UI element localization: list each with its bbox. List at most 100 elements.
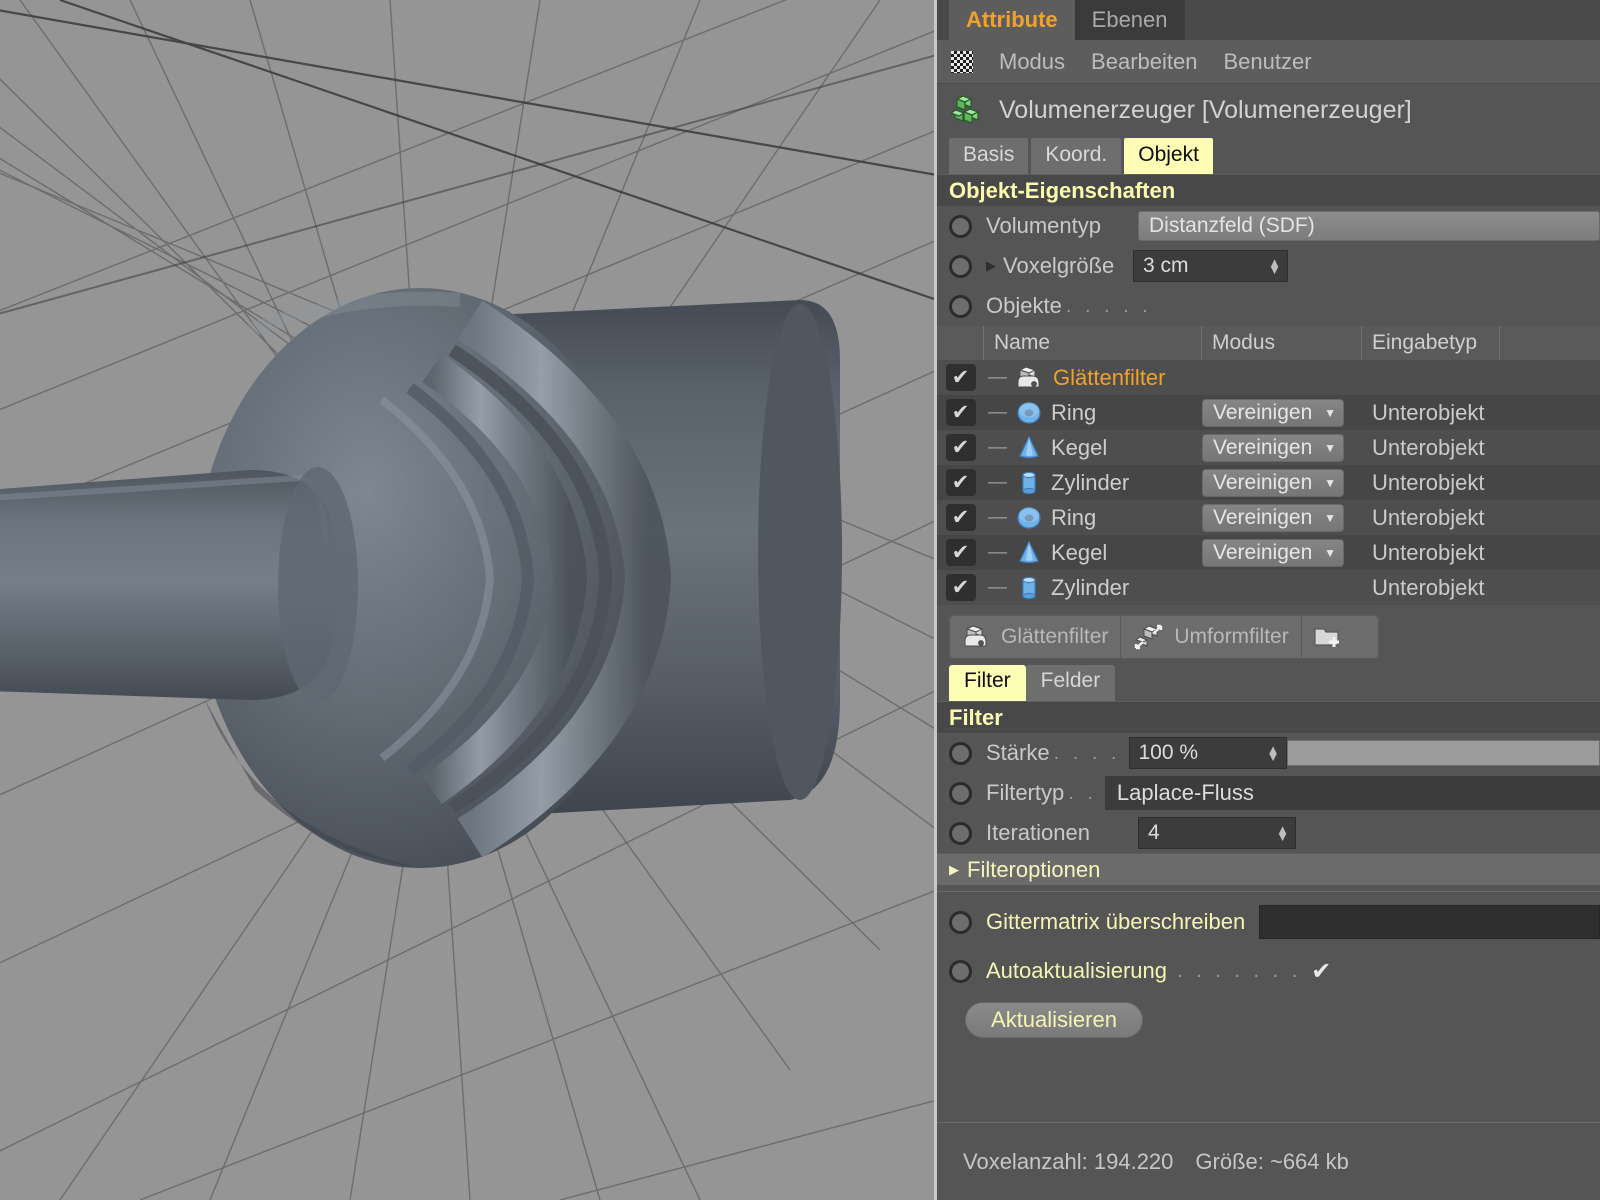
row-checkbox[interactable]: ✔ bbox=[946, 434, 976, 461]
row-checkbox-cell[interactable]: ✔ bbox=[937, 504, 984, 531]
row-checkbox-cell[interactable]: ✔ bbox=[937, 364, 984, 391]
volumentyp-dropdown[interactable]: Distanzfeld (SDF) bbox=[1138, 211, 1600, 241]
cone-icon bbox=[1015, 435, 1043, 461]
autoupdate-checkbox[interactable]: ✔ bbox=[1311, 957, 1331, 986]
staerke-slider[interactable] bbox=[1287, 740, 1600, 766]
table-row[interactable]: ✔ — Zylinder Unterobjekt bbox=[937, 570, 1600, 605]
mode-dropdown[interactable]: Vereinigen ▼ bbox=[1202, 434, 1344, 462]
objekte-knob-icon[interactable] bbox=[949, 295, 972, 318]
table-row[interactable]: ✔ — Zylinder Vereinigen ▼ bbox=[937, 465, 1600, 500]
table-row[interactable]: ✔ — Ring Vereinigen ▼ bbox=[937, 500, 1600, 535]
mode-dropdown[interactable]: Vereinigen ▼ bbox=[1202, 504, 1344, 532]
torus-icon bbox=[1015, 505, 1043, 531]
new-folder-button[interactable] bbox=[1302, 616, 1354, 658]
tree-line-icon: — bbox=[988, 367, 1007, 389]
row-checkbox[interactable]: ✔ bbox=[946, 399, 976, 426]
gittermatrix-input[interactable] bbox=[1259, 905, 1600, 939]
staerke-knob-icon[interactable] bbox=[949, 742, 972, 765]
spinner-icon[interactable]: ▲▼ bbox=[1276, 826, 1289, 840]
mode-dropdown[interactable]: Vereinigen ▼ bbox=[1202, 539, 1344, 567]
row-mode-cell[interactable]: Vereinigen ▼ bbox=[1202, 469, 1362, 497]
row-mode-cell[interactable]: Vereinigen ▼ bbox=[1202, 399, 1362, 427]
iterationen-input[interactable]: 4 ▲▼ bbox=[1138, 817, 1296, 849]
mode-dropdown[interactable]: Vereinigen ▼ bbox=[1202, 399, 1344, 427]
reshape-filter-button[interactable]: Umformfilter bbox=[1121, 616, 1301, 658]
chevron-down-icon: ▼ bbox=[1324, 406, 1336, 420]
menu-modus[interactable]: Modus bbox=[999, 49, 1065, 75]
row-mode-cell[interactable]: Vereinigen ▼ bbox=[1202, 539, 1362, 567]
smooth-filter-button[interactable]: Glättenfilter bbox=[950, 616, 1121, 658]
tab-attribute[interactable]: Attribute bbox=[949, 0, 1075, 40]
voxelgroesse-input[interactable]: 3 cm ▲▼ bbox=[1133, 250, 1288, 282]
3d-viewport[interactable] bbox=[0, 0, 937, 1200]
voxelgroesse-knob-icon[interactable] bbox=[949, 255, 972, 278]
table-row[interactable]: ✔ — Glättenfilter bbox=[937, 360, 1600, 395]
mode-dropdown[interactable]: Vereinigen ▼ bbox=[1202, 469, 1344, 497]
filtertyp-knob-icon[interactable] bbox=[949, 782, 972, 805]
row-name-cell: — Kegel bbox=[984, 435, 1202, 461]
tree-line-icon: — bbox=[988, 402, 1007, 424]
mode-value: Vereinigen bbox=[1213, 506, 1312, 530]
objects-table: Name Modus Eingabetyp ✔ — bbox=[937, 326, 1600, 605]
expand-arrow-icon[interactable]: ▶ bbox=[986, 258, 996, 274]
dither-grip-icon[interactable] bbox=[951, 51, 973, 73]
autoupdate-knob-icon[interactable] bbox=[949, 960, 972, 983]
spinner-icon[interactable]: ▲▼ bbox=[1268, 259, 1281, 273]
filteroptionen-section[interactable]: ▶ Filteroptionen bbox=[937, 853, 1600, 885]
menu-bearbeiten[interactable]: Bearbeiten bbox=[1091, 49, 1197, 75]
tab-ebenen[interactable]: Ebenen bbox=[1075, 0, 1185, 40]
table-row[interactable]: ✔ — Kegel Vereinigen ▼ Unterobjek bbox=[937, 430, 1600, 465]
row-checkbox[interactable]: ✔ bbox=[946, 574, 976, 601]
row-iterationen: Iterationen 4 ▲▼ bbox=[937, 813, 1600, 853]
volumentyp-knob-icon[interactable] bbox=[949, 215, 972, 238]
row-checkbox-cell[interactable]: ✔ bbox=[937, 469, 984, 496]
row-checkbox-cell[interactable]: ✔ bbox=[937, 574, 984, 601]
filtertyp-label: Filtertyp bbox=[986, 780, 1064, 806]
staerke-input[interactable]: 100 % ▲▼ bbox=[1129, 737, 1287, 769]
column-header-modus: Modus bbox=[1202, 326, 1362, 360]
tab-attribute-label: Attribute bbox=[966, 7, 1058, 33]
iterationen-knob-icon[interactable] bbox=[949, 822, 972, 845]
row-checkbox[interactable]: ✔ bbox=[946, 469, 976, 496]
spinner-icon[interactable]: ▲▼ bbox=[1267, 746, 1280, 760]
reshape-filter-label: Umformfilter bbox=[1174, 625, 1288, 649]
row-name-cell: — Kegel bbox=[984, 540, 1202, 566]
table-row[interactable]: ✔ — Kegel Vereinigen ▼ Unterobjek bbox=[937, 535, 1600, 570]
volume-object-render bbox=[0, 0, 937, 1200]
menu-benutzer[interactable]: Benutzer bbox=[1223, 49, 1311, 75]
autoupdate-leader-dots: . . . . . . . bbox=[1177, 960, 1301, 983]
gittermatrix-knob-icon[interactable] bbox=[949, 911, 972, 934]
row-filtertyp: Filtertyp . . Laplace-Fluss bbox=[937, 773, 1600, 813]
row-mode-cell[interactable]: Vereinigen ▼ bbox=[1202, 434, 1362, 462]
row-type: Unterobjekt bbox=[1362, 470, 1600, 496]
row-name-cell: — Zylinder bbox=[984, 575, 1202, 601]
subtab-koord[interactable]: Koord. bbox=[1031, 138, 1121, 174]
row-name-cell: — Glättenfilter bbox=[984, 365, 1202, 391]
row-checkbox-cell[interactable]: ✔ bbox=[937, 434, 984, 461]
smooth-filter-icon bbox=[962, 624, 992, 650]
tab-ebenen-label: Ebenen bbox=[1092, 7, 1168, 33]
row-gittermatrix: Gittermatrix überschreiben bbox=[937, 898, 1600, 946]
subtab-basis[interactable]: Basis bbox=[949, 138, 1028, 174]
subtab-objekt[interactable]: Objekt bbox=[1124, 138, 1213, 174]
volume-size: Größe: ~664 kb bbox=[1195, 1149, 1348, 1175]
tree-line-icon: — bbox=[988, 472, 1007, 494]
tab-felder[interactable]: Felder bbox=[1026, 665, 1116, 701]
row-name: Zylinder bbox=[1051, 470, 1129, 496]
row-name: Glättenfilter bbox=[1053, 365, 1166, 391]
voxel-count: Voxelanzahl: 194.220 bbox=[963, 1149, 1173, 1175]
row-checkbox-cell[interactable]: ✔ bbox=[937, 539, 984, 566]
table-row[interactable]: ✔ — Ring Vereinigen ▼ bbox=[937, 395, 1600, 430]
tab-filter[interactable]: Filter bbox=[949, 665, 1026, 701]
filtertyp-dropdown[interactable]: Laplace-Fluss bbox=[1105, 776, 1600, 810]
aktualisieren-button[interactable]: Aktualisieren bbox=[965, 1002, 1143, 1038]
mode-value: Vereinigen bbox=[1213, 541, 1312, 565]
row-checkbox[interactable]: ✔ bbox=[946, 364, 976, 391]
row-checkbox-cell[interactable]: ✔ bbox=[937, 399, 984, 426]
row-mode-cell[interactable]: Vereinigen ▼ bbox=[1202, 504, 1362, 532]
row-checkbox[interactable]: ✔ bbox=[946, 504, 976, 531]
row-objekte: Objekte . . . . . bbox=[937, 286, 1600, 326]
row-name: Kegel bbox=[1051, 540, 1107, 566]
row-checkbox[interactable]: ✔ bbox=[946, 539, 976, 566]
chevron-down-icon: ▼ bbox=[1324, 441, 1336, 455]
